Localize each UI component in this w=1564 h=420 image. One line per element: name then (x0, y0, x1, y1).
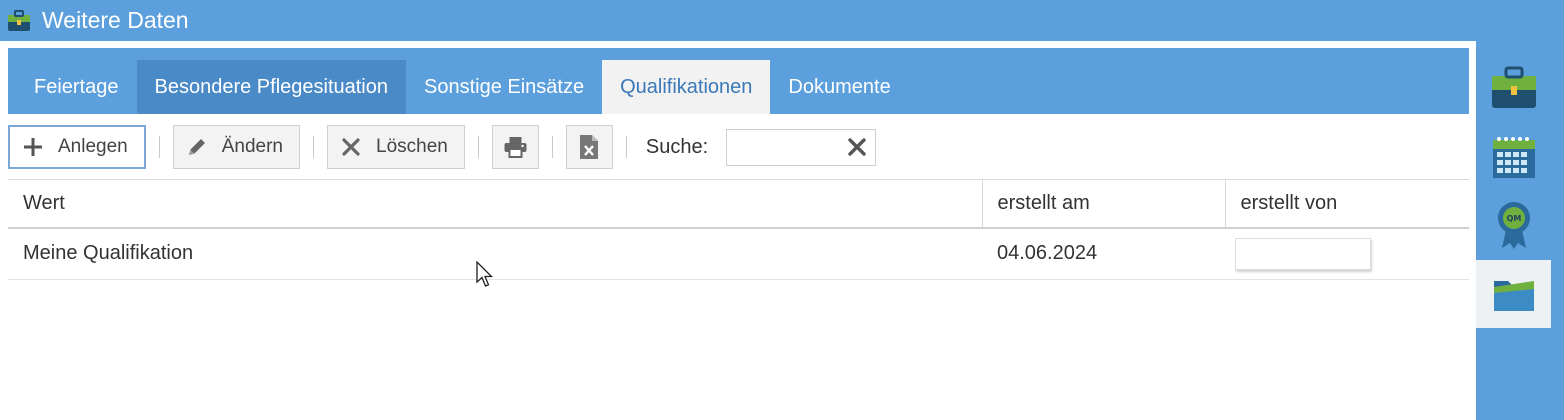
tab-sonstige-einsaetze[interactable]: Sonstige Einsätze (406, 60, 602, 114)
add-button-label: Anlegen (58, 136, 128, 157)
search-input[interactable] (733, 129, 843, 165)
sidebar-item-calendar[interactable] (1476, 124, 1551, 190)
toolbar-separator (551, 136, 553, 158)
delete-button[interactable]: Löschen (327, 125, 465, 169)
printer-icon (504, 137, 527, 158)
sidebar-item-weitere-daten[interactable] (1476, 55, 1551, 121)
plus-icon (24, 138, 42, 156)
clear-search-icon[interactable] (847, 137, 867, 157)
close-icon (342, 138, 360, 156)
toolbar: Anlegen Ändern Löschen Suche: (8, 121, 1469, 173)
table-row[interactable]: Meine Qualifikation 04.06.2024 (8, 227, 1469, 280)
tab-dokumente[interactable]: Dokumente (770, 60, 908, 114)
briefcase-icon (8, 9, 30, 31)
column-header-wert[interactable]: Wert (8, 179, 982, 229)
search-label: Suche: (645, 135, 709, 158)
window-title: Weitere Daten (42, 7, 189, 33)
tab-feiertage[interactable]: Feiertage (8, 60, 137, 114)
toolbar-separator (158, 136, 160, 158)
cell-erstellt-am: 04.06.2024 (982, 227, 1225, 280)
main-panel: Feiertage Besondere Pflegesituation Sons… (0, 41, 1476, 420)
table-header-row: Wert erstellt am erstellt von (8, 179, 1469, 229)
toolbar-separator (313, 136, 315, 158)
edit-button-label: Ändern (221, 136, 284, 157)
print-button[interactable] (491, 125, 539, 169)
tab-besondere-pflegesituation[interactable]: Besondere Pflegesituation (136, 60, 406, 114)
edit-button[interactable]: Ändern (172, 125, 301, 169)
toolbar-separator (625, 136, 627, 158)
folder-icon (1493, 281, 1534, 311)
tab-qualifikationen[interactable]: Qualifikationen (602, 60, 771, 114)
svg-text:QM: QM (1506, 214, 1521, 223)
excel-export-button[interactable] (565, 125, 613, 169)
title-bar: Weitere Daten (0, 0, 1476, 41)
add-button[interactable]: Anlegen (8, 125, 146, 169)
mouse-cursor-icon (476, 261, 494, 287)
pencil-icon (188, 139, 205, 155)
sidebar-item-qm[interactable]: QM (1476, 192, 1551, 258)
qm-badge-icon: QM (1497, 202, 1530, 249)
excel-file-icon (580, 135, 599, 159)
qualifications-table: Wert erstellt am erstellt von Meine Qual… (8, 179, 1469, 280)
search-box (726, 128, 877, 166)
toolbar-separator (477, 136, 479, 158)
sidebar-item-documents[interactable] (1476, 260, 1551, 328)
created-by-field (1235, 237, 1371, 270)
delete-button-label: Löschen (376, 136, 448, 157)
right-sidebar: QM (1476, 0, 1564, 420)
column-header-erstellt-am[interactable]: erstellt am (981, 179, 1225, 229)
calendar-icon (1492, 137, 1535, 178)
column-header-erstellt-von[interactable]: erstellt von (1224, 179, 1469, 229)
briefcase-icon (1491, 66, 1536, 108)
cell-erstellt-von (1225, 227, 1469, 280)
tab-bar: Feiertage Besondere Pflegesituation Sons… (8, 48, 1469, 114)
